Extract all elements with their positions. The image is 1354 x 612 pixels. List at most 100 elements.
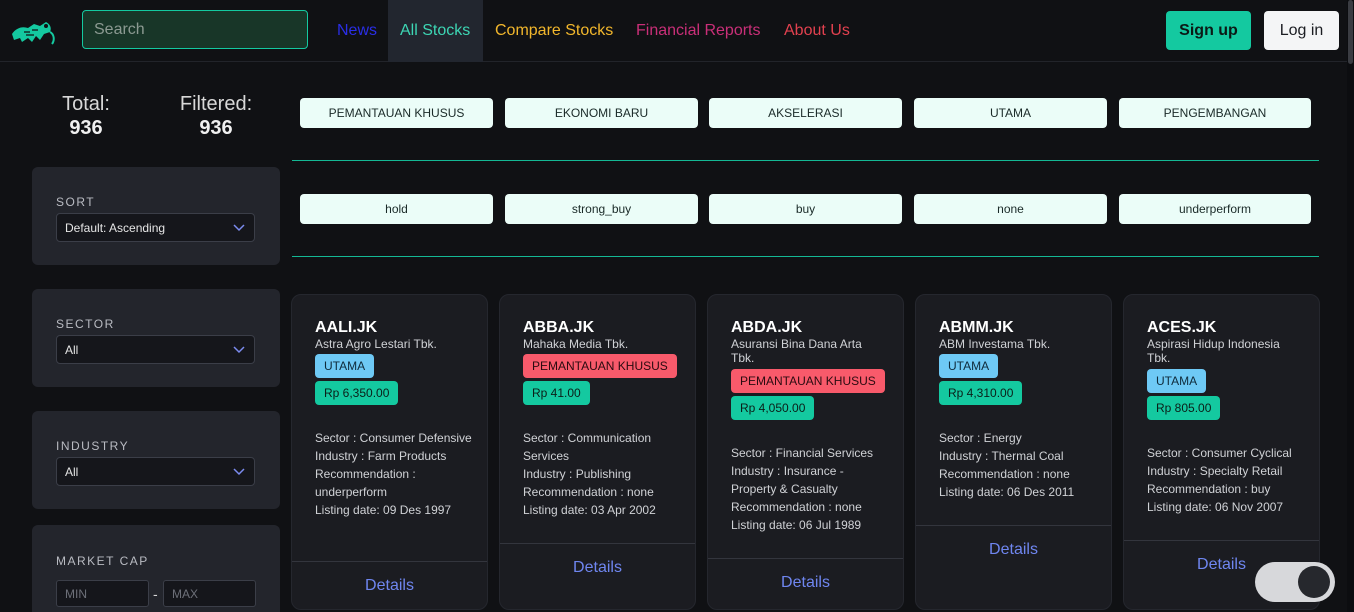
listing-date-text: Listing date: 03 Apr 2002 xyxy=(523,503,656,517)
stock-info: Sector : Consumer Cyclical Industry : Sp… xyxy=(1147,444,1307,516)
nav-financial-reports-label: Financial Reports xyxy=(636,22,761,39)
price-badge: Rp 4,310.00 xyxy=(939,381,1023,405)
stock-ticker: AALI.JK xyxy=(315,319,378,336)
industry-label: INDUSTRY xyxy=(56,439,130,453)
nav-all-stocks[interactable]: All Stocks xyxy=(388,0,483,62)
board-badge: PEMANTAUAN KHUSUS xyxy=(731,369,885,393)
industry-text: Industry : Insurance - Property & Casual… xyxy=(731,464,844,496)
recommendation-chip-none[interactable]: none xyxy=(914,194,1107,224)
recommendation-text: Recommendation : none xyxy=(523,485,654,499)
details-link[interactable]: Details xyxy=(292,577,487,595)
sort-panel: SORT Default: Ascending xyxy=(32,167,280,265)
nav-news[interactable]: News xyxy=(325,0,389,62)
board-badge: UTAMA xyxy=(939,354,999,378)
card-footer-divider xyxy=(292,561,487,562)
card-footer-divider xyxy=(1124,540,1319,541)
stock-ticker: ABMM.JK xyxy=(939,319,1014,336)
company-name: Aspirasi Hidup Indonesia Tbk. xyxy=(1147,337,1280,365)
listing-date-text: Listing date: 06 Nov 2007 xyxy=(1147,500,1284,514)
sector-text: Sector : Energy xyxy=(939,431,1022,445)
sector-text: Sector : Financial Services xyxy=(731,446,874,460)
recommendation-chip-underperform[interactable]: underperform xyxy=(1119,194,1311,224)
company-name: ABM Investama Tbk. xyxy=(939,337,1051,351)
board-chip-pengembangan[interactable]: PENGEMBANGAN xyxy=(1119,98,1311,128)
sort-label: SORT xyxy=(56,195,96,209)
stock-card-abda: ABDA.JK Asuransi Bina Dana Arta Tbk. PEM… xyxy=(707,294,904,610)
nav-compare-stocks-label: Compare Stocks xyxy=(495,22,614,39)
nav-about-us-label: About Us xyxy=(784,22,850,39)
top-navbar: News All Stocks Compare Stocks Financial… xyxy=(0,0,1354,62)
section-divider xyxy=(292,160,1319,161)
sector-panel: SECTOR All xyxy=(32,289,280,387)
market-cap-max-input[interactable] xyxy=(163,580,256,607)
total-stat: Total: 936 xyxy=(56,93,116,140)
board-chip-utama[interactable]: UTAMA xyxy=(914,98,1107,128)
details-link[interactable]: Details xyxy=(500,559,695,577)
market-cap-min-input[interactable] xyxy=(56,580,149,607)
card-footer-divider xyxy=(916,525,1111,526)
industry-text: Industry : Publishing xyxy=(523,467,632,481)
section-divider xyxy=(292,256,1319,257)
company-name: Astra Agro Lestari Tbk. xyxy=(315,337,437,351)
chevron-down-icon xyxy=(233,468,245,476)
recommendation-text: Recommendation : none xyxy=(731,500,862,514)
nav-news-label: News xyxy=(337,22,378,39)
scrollbar-track[interactable] xyxy=(1347,0,1354,612)
nav-financial-reports[interactable]: Financial Reports xyxy=(624,0,773,62)
stock-info: Sector : Communication Services Industry… xyxy=(523,429,683,519)
board-badge: PEMANTAUAN KHUSUS xyxy=(523,354,677,378)
stock-ticker: ACES.JK xyxy=(1147,319,1217,336)
chevron-down-icon xyxy=(233,346,245,354)
nav-compare-stocks[interactable]: Compare Stocks xyxy=(483,0,625,62)
industry-select-value: All xyxy=(65,464,79,479)
company-name: Asuransi Bina Dana Arta Tbk. xyxy=(731,337,862,365)
listing-date-text: Listing date: 06 Des 2011 xyxy=(939,485,1075,499)
nav-about-us[interactable]: About Us xyxy=(772,0,862,62)
board-chip-ekonomi-baru[interactable]: EKONOMI BARU xyxy=(505,98,698,128)
total-label: Total: xyxy=(62,93,110,115)
signup-button[interactable]: Sign up xyxy=(1166,11,1251,50)
stock-card-aali: AALI.JK Astra Agro Lestari Tbk. UTAMA Rp… xyxy=(291,294,488,610)
recommendation-chip-strong-buy[interactable]: strong_buy xyxy=(505,194,698,224)
stock-card-abba: ABBA.JK Mahaka Media Tbk. PEMANTAUAN KHU… xyxy=(499,294,696,610)
sort-select[interactable]: Default: Ascending xyxy=(56,213,255,242)
sector-text: Sector : Consumer Defensive xyxy=(315,431,472,445)
recommendation-text: Recommendation : underperform xyxy=(315,467,416,499)
sector-text: Sector : Consumer Cyclical xyxy=(1147,446,1292,460)
sector-select[interactable]: All xyxy=(56,335,255,364)
toggle-knob xyxy=(1298,566,1330,598)
price-badge: Rp 41.00 xyxy=(523,381,590,405)
recommendation-text: Recommendation : buy xyxy=(1147,482,1271,496)
stock-info: Sector : Energy Industry : Thermal Coal … xyxy=(939,429,1099,501)
stock-card-abmm: ABMM.JK ABM Investama Tbk. UTAMA Rp 4,31… xyxy=(915,294,1112,610)
sector-label: SECTOR xyxy=(56,317,115,331)
price-badge: Rp 4,050.00 xyxy=(731,396,815,420)
monkey-logo-icon[interactable] xyxy=(10,14,56,48)
recommendation-chip-buy[interactable]: buy xyxy=(709,194,902,224)
card-footer-divider xyxy=(708,558,903,559)
company-name: Mahaka Media Tbk. xyxy=(523,337,629,351)
board-chip-akselerasi[interactable]: AKSELERASI xyxy=(709,98,902,128)
search-input[interactable] xyxy=(82,10,308,49)
total-value: 936 xyxy=(69,117,103,139)
nav-all-stocks-label: All Stocks xyxy=(400,22,471,39)
card-footer-divider xyxy=(500,543,695,544)
market-cap-label: MARKET CAP xyxy=(56,554,149,568)
board-chip-pemantauan-khusus[interactable]: PEMANTAUAN KHUSUS xyxy=(300,98,493,128)
industry-select[interactable]: All xyxy=(56,457,255,486)
stock-info: Sector : Consumer Defensive Industry : F… xyxy=(315,429,475,519)
stock-info: Sector : Financial Services Industry : I… xyxy=(731,444,891,534)
details-link[interactable]: Details xyxy=(916,541,1111,559)
price-badge: Rp 805.00 xyxy=(1147,396,1221,420)
login-button[interactable]: Log in xyxy=(1264,11,1339,50)
theme-toggle[interactable] xyxy=(1255,562,1335,602)
industry-text: Industry : Thermal Coal xyxy=(939,449,1064,463)
sector-select-value: All xyxy=(65,342,79,357)
recommendation-chip-hold[interactable]: hold xyxy=(300,194,493,224)
filtered-stat: Filtered: 936 xyxy=(178,93,254,140)
details-link[interactable]: Details xyxy=(708,574,903,592)
board-badge: UTAMA xyxy=(315,354,375,378)
scrollbar-thumb[interactable] xyxy=(1348,0,1353,64)
recommendation-text: Recommendation : none xyxy=(939,467,1070,481)
board-badge: UTAMA xyxy=(1147,369,1207,393)
